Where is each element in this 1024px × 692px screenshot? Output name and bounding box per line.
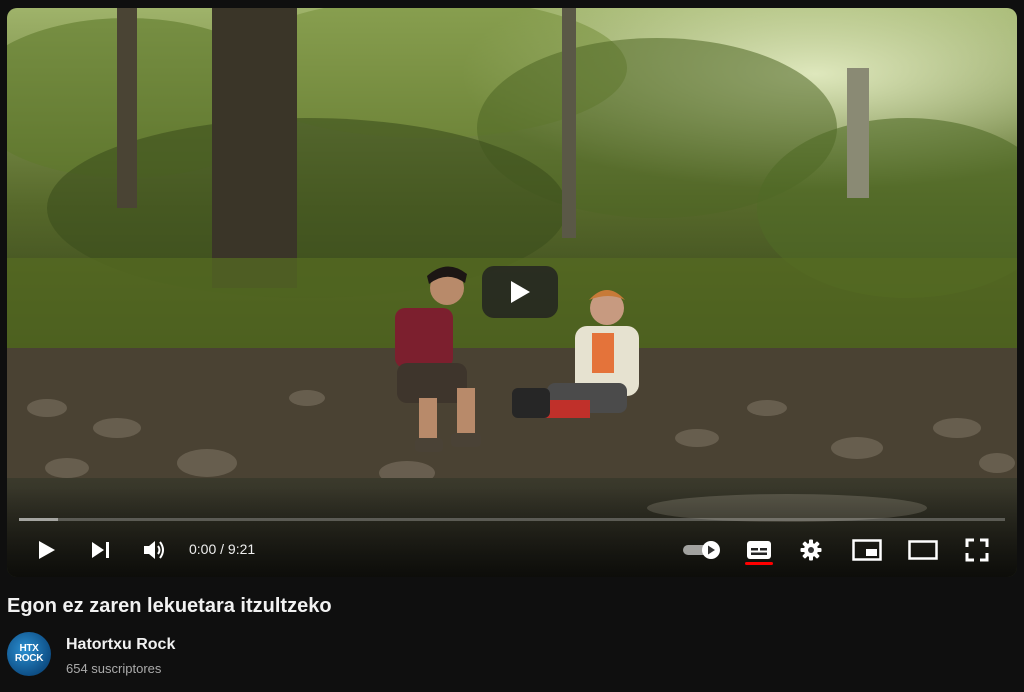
channel-name[interactable]: Hatortxu Rock [66, 636, 175, 654]
autoplay-toggle-icon [683, 541, 720, 559]
theater-mode-icon [908, 540, 938, 560]
settings-icon [800, 539, 822, 561]
progress-loaded [19, 518, 59, 521]
video-player[interactable]: 0:00 / 9:21 [7, 8, 1017, 577]
play-button[interactable] [27, 530, 67, 570]
large-play-button[interactable] [482, 266, 558, 318]
subtitles-button[interactable] [737, 530, 781, 570]
volume-icon [144, 541, 164, 559]
miniplayer-button[interactable] [845, 530, 889, 570]
large-play-icon [511, 281, 530, 303]
subscriber-count: 654 suscriptores [66, 661, 162, 676]
time-display: 0:00 / 9:21 [189, 541, 256, 557]
channel-avatar[interactable]: HTX ROCK [7, 632, 51, 676]
player-controls: 0:00 / 9:21 [7, 530, 1017, 570]
settings-button[interactable] [791, 530, 831, 570]
autoplay-toggle[interactable] [679, 530, 725, 570]
youtube-watch-page: 0:00 / 9:21 Egon ez zaren lekuetara itzu… [0, 0, 1024, 692]
fullscreen-button[interactable] [957, 530, 997, 570]
theater-mode-button[interactable] [901, 530, 945, 570]
next-icon [92, 542, 109, 558]
channel-avatar-logo: HTX ROCK [14, 643, 44, 664]
next-button[interactable] [81, 530, 121, 570]
mute-button[interactable] [135, 530, 175, 570]
miniplayer-icon [852, 539, 882, 561]
play-icon [39, 541, 55, 559]
progress-bar[interactable] [19, 518, 1005, 521]
subtitles-icon [747, 541, 771, 559]
subtitles-active-indicator [745, 562, 773, 565]
video-title: Egon ez zaren lekuetara itzultzeko [7, 595, 332, 617]
fullscreen-icon [965, 538, 989, 562]
